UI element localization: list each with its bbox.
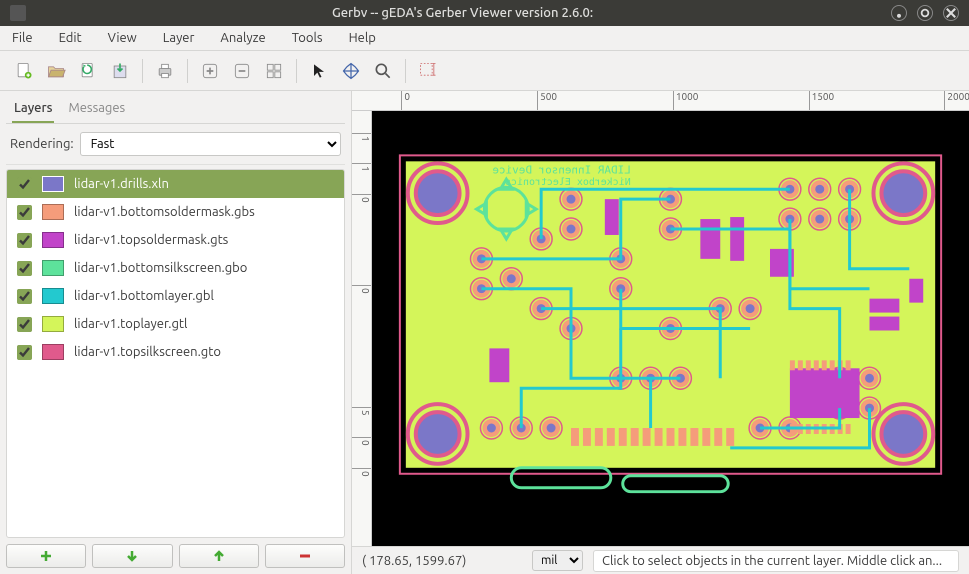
layer-visibility-checkbox[interactable] (17, 233, 32, 248)
layer-name-label: lidar-v1.drills.xln (74, 177, 169, 191)
print-button[interactable] (151, 57, 179, 85)
minimize-button[interactable] (891, 5, 907, 21)
toolbar (0, 51, 969, 91)
svg-text:Nickerbox Electronics: Nickerbox Electronics (505, 177, 631, 188)
ruler-tick: 0 (352, 285, 371, 294)
layer-row[interactable]: lidar-v1.bottomsilkscreen.gbo (7, 254, 344, 282)
ruler-tick: 1500 (809, 91, 835, 110)
open-file-button[interactable] (42, 57, 70, 85)
statusbar: ( 178.65, 1599.67) milmmin Click to sele… (352, 546, 969, 574)
layer-color-swatch[interactable] (42, 204, 64, 220)
status-message: Click to select objects in the current l… (593, 550, 959, 572)
ruler-tick: 0 (401, 91, 410, 110)
layer-name-label: lidar-v1.bottomsilkscreen.gbo (74, 261, 247, 275)
ruler-tick: 1 (352, 163, 371, 172)
rendering-select[interactable]: FastNormalHigh quality (80, 132, 341, 156)
zoom-in-button[interactable] (196, 57, 224, 85)
zoom-out-button[interactable] (228, 57, 256, 85)
ruler-tick: 1000 (673, 91, 699, 110)
status-coordinates: ( 178.65, 1599.67) (362, 554, 522, 568)
layer-name-label: lidar-v1.bottomsoldermask.gbs (74, 205, 255, 219)
ruler-tick: 0 (352, 468, 371, 477)
main-area: Layers Messages Rendering: FastNormalHig… (0, 91, 969, 574)
layer-color-swatch[interactable] (42, 316, 64, 332)
layer-move-down-button[interactable] (92, 544, 172, 568)
layer-move-up-button[interactable] (179, 544, 259, 568)
layer-add-button[interactable] (6, 544, 86, 568)
sidebar-tabs: Layers Messages (6, 95, 345, 124)
layer-visibility-checkbox[interactable] (17, 345, 32, 360)
viewer: 0500100015002000 1100500 (352, 91, 969, 574)
app-icon (10, 5, 26, 21)
layer-row[interactable]: lidar-v1.topsoldermask.gts (7, 226, 344, 254)
unit-select[interactable]: milmmin (532, 550, 583, 571)
menubar: File Edit View Layer Analyze Tools Help (0, 26, 969, 51)
layer-name-label: lidar-v1.topsilkscreen.gto (74, 345, 221, 359)
layer-visibility-checkbox[interactable] (17, 261, 32, 276)
layer-color-swatch[interactable] (42, 176, 64, 192)
reload-file-button[interactable] (74, 57, 102, 85)
layer-name-label: lidar-v1.bottomlayer.gbl (74, 289, 214, 303)
window-title: Gerbv -- gEDA's Gerber Viewer version 2.… (34, 6, 891, 20)
layer-color-swatch[interactable] (42, 344, 64, 360)
layer-row[interactable]: lidar-v1.drills.xln (7, 170, 344, 198)
tab-layers[interactable]: Layers (12, 97, 54, 123)
ruler-tick: 5 (352, 407, 371, 416)
pan-tool-button[interactable] (337, 57, 365, 85)
layer-row[interactable]: lidar-v1.topsilkscreen.gto (7, 338, 344, 366)
pcb-canvas[interactable]: LIDAR Innensor Device Nickerbox Electron… (372, 111, 969, 546)
layer-visibility-checkbox[interactable] (17, 205, 32, 220)
layer-remove-button[interactable] (265, 544, 345, 568)
layer-visibility-checkbox[interactable] (17, 317, 32, 332)
layer-name-label: lidar-v1.toplayer.gtl (74, 317, 187, 331)
ruler-vertical: 1 1 0 0 5 0 0 (352, 111, 372, 546)
tab-messages[interactable]: Messages (66, 97, 127, 123)
layer-row[interactable]: lidar-v1.bottomlayer.gbl (7, 282, 344, 310)
menu-file[interactable]: File (8, 28, 37, 48)
layer-list: lidar-v1.drills.xln lidar-v1.bottomsolder… (6, 169, 345, 538)
menu-view[interactable]: View (104, 28, 141, 48)
measure-tool-button[interactable] (414, 57, 442, 85)
pointer-tool-button[interactable] (305, 57, 333, 85)
menu-edit[interactable]: Edit (55, 28, 86, 48)
menu-tools[interactable]: Tools (288, 28, 327, 48)
menu-help[interactable]: Help (345, 28, 380, 48)
layer-visibility-checkbox[interactable] (17, 289, 32, 304)
maximize-button[interactable] (917, 5, 933, 21)
ruler-tick: 0 (352, 194, 371, 203)
titlebar: Gerbv -- gEDA's Gerber Viewer version 2.… (0, 0, 969, 26)
layer-name-label: lidar-v1.topsoldermask.gts (74, 233, 228, 247)
layer-color-swatch[interactable] (42, 260, 64, 276)
close-button[interactable] (943, 5, 959, 21)
sidebar: Layers Messages Rendering: FastNormalHig… (0, 91, 352, 574)
save-button[interactable] (106, 57, 134, 85)
svg-text:LIDAR Innensor Device: LIDAR Innensor Device (492, 163, 630, 176)
zoom-tool-button[interactable] (369, 57, 397, 85)
ruler-tick: 1 (352, 133, 371, 142)
rendering-label: Rendering: (10, 137, 74, 151)
layer-row[interactable]: lidar-v1.bottomsoldermask.gbs (7, 198, 344, 226)
ruler-tick: 2000 (944, 91, 969, 110)
layer-visibility-checkbox[interactable] (17, 177, 32, 192)
ruler-tick: 0 (352, 437, 371, 446)
ruler-horizontal: 0 500 1000 1500 2000 (352, 91, 969, 111)
menu-analyze[interactable]: Analyze (216, 28, 269, 48)
layer-row[interactable]: lidar-v1.toplayer.gtl (7, 310, 344, 338)
zoom-fit-button[interactable] (260, 57, 288, 85)
layer-color-swatch[interactable] (42, 232, 64, 248)
new-file-button[interactable] (10, 57, 38, 85)
menu-layer[interactable]: Layer (159, 28, 199, 48)
layer-color-swatch[interactable] (42, 288, 64, 304)
ruler-tick: 500 (537, 91, 557, 110)
